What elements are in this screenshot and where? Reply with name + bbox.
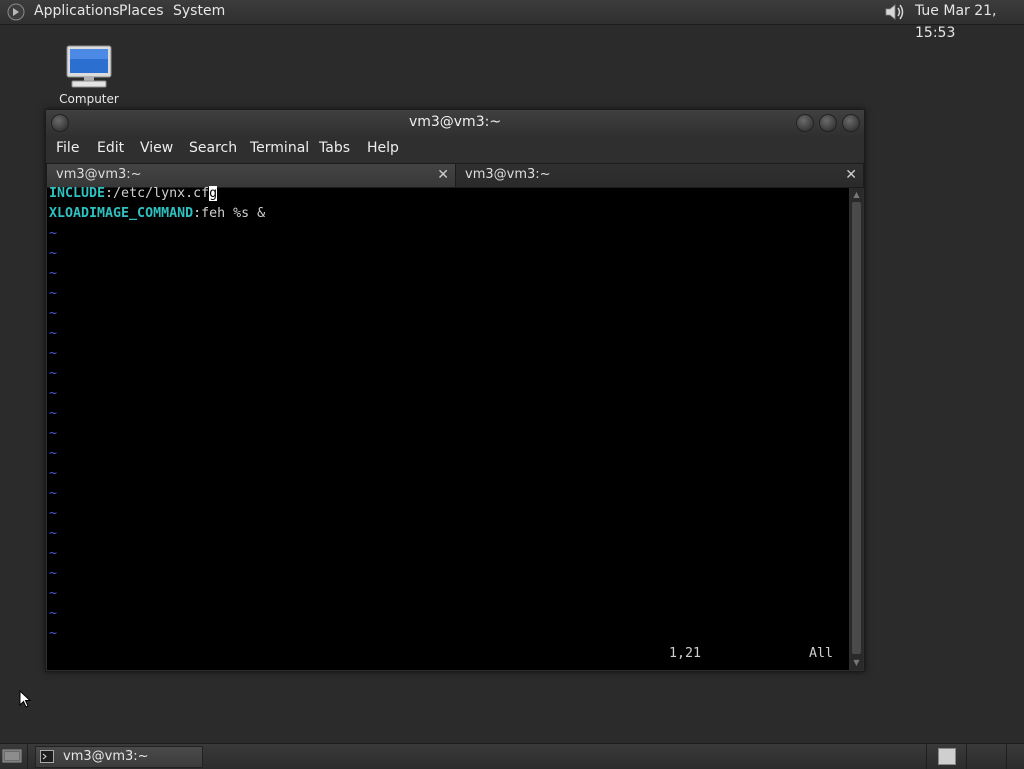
scroll-thumb[interactable] xyxy=(852,202,861,654)
bottom-panel: vm3@vm3:~ xyxy=(0,743,1024,769)
menu-tabs[interactable]: Tabs xyxy=(319,136,350,160)
tab-close-icon[interactable]: ✕ xyxy=(845,164,857,186)
gnome-foot-icon[interactable] xyxy=(7,3,25,21)
config-key: XLOADIMAGE_COMMAND xyxy=(49,206,194,221)
cursor-position: 1,21 xyxy=(669,646,702,661)
show-desktop-icon[interactable] xyxy=(2,748,22,764)
panel-separator xyxy=(926,744,927,769)
tab-label: vm3@vm3:~ xyxy=(465,167,551,182)
minimize-icon[interactable] xyxy=(796,114,814,132)
empty-line-tilde: ~ xyxy=(49,506,58,521)
empty-line-tilde: ~ xyxy=(49,466,58,481)
terminal-line: XLOADIMAGE_COMMAND:feh %s & xyxy=(49,204,265,224)
scrollbar[interactable]: ▲ ▼ xyxy=(850,188,863,670)
tab-label: vm3@vm3:~ xyxy=(56,167,142,182)
workspace-switcher[interactable] xyxy=(938,748,956,765)
config-key: INCLUDE xyxy=(49,186,106,201)
empty-line-tilde: ~ xyxy=(49,306,58,321)
empty-line-tilde: ~ xyxy=(49,346,58,361)
taskbar-button[interactable]: vm3@vm3:~ xyxy=(35,746,203,768)
empty-line-tilde: ~ xyxy=(49,326,58,341)
terminal-icon xyxy=(40,750,54,763)
text-cursor: g xyxy=(209,186,218,201)
maximize-icon[interactable] xyxy=(819,114,837,132)
panel-separator xyxy=(966,744,967,769)
tab-close-icon[interactable]: ✕ xyxy=(437,164,449,186)
tab-terminal-2[interactable]: vm3@vm3:~ ✕ xyxy=(455,163,864,188)
mouse-pointer-icon xyxy=(19,690,32,708)
taskbar-label: vm3@vm3:~ xyxy=(63,749,149,764)
scroll-down-icon[interactable]: ▼ xyxy=(852,658,861,668)
panel-separator xyxy=(27,744,28,769)
menu-edit[interactable]: Edit xyxy=(97,136,124,160)
menu-file[interactable]: File xyxy=(56,136,79,160)
empty-line-tilde: ~ xyxy=(49,446,58,461)
scroll-up-icon[interactable]: ▲ xyxy=(852,190,861,200)
empty-line-tilde: ~ xyxy=(49,246,58,261)
speaker-icon[interactable] xyxy=(883,2,905,22)
empty-line-tilde: ~ xyxy=(49,366,58,381)
empty-line-tilde: ~ xyxy=(49,386,58,401)
empty-line-tilde: ~ xyxy=(49,626,58,641)
terminal-menubar: File Edit View Search Terminal Tabs Help xyxy=(46,136,864,162)
desktop-icon-label: Computer xyxy=(59,92,119,106)
menu-applications[interactable]: Applications xyxy=(34,0,120,24)
empty-line-tilde: ~ xyxy=(49,266,58,281)
terminal-output[interactable]: INCLUDE:/etc/lynx.cfg XLOADIMAGE_COMMAND… xyxy=(47,186,849,670)
menu-places[interactable]: Places xyxy=(119,0,164,24)
window-title: vm3@vm3:~ xyxy=(408,114,502,130)
desktop-icon-computer[interactable]: Computer xyxy=(55,44,123,110)
config-value: :feh %s & xyxy=(193,206,266,221)
empty-line-tilde: ~ xyxy=(49,426,58,441)
empty-line-tilde: ~ xyxy=(49,406,58,421)
menu-search[interactable]: Search xyxy=(189,136,237,160)
top-panel: Applications Places System Tue Mar 21, 1… xyxy=(0,0,1024,41)
empty-line-tilde: ~ xyxy=(49,526,58,541)
close-icon[interactable] xyxy=(842,114,860,132)
empty-line-tilde: ~ xyxy=(49,286,58,301)
empty-line-tilde: ~ xyxy=(49,606,58,621)
computer-icon xyxy=(66,45,112,88)
empty-line-tilde: ~ xyxy=(49,546,58,561)
menu-terminal[interactable]: Terminal xyxy=(250,136,309,160)
terminal-window: vm3@vm3:~ File Edit View Search Terminal… xyxy=(45,109,865,672)
menu-help[interactable]: Help xyxy=(367,136,399,160)
empty-line-tilde: ~ xyxy=(49,586,58,601)
config-value: :/etc/lynx.cf xyxy=(105,186,210,201)
panel-separator xyxy=(1006,744,1007,769)
empty-line-tilde: ~ xyxy=(49,566,58,581)
clock[interactable]: Tue Mar 21, 15:53 xyxy=(915,0,1024,44)
window-titlebar[interactable]: vm3@vm3:~ xyxy=(46,110,864,136)
empty-line-tilde: ~ xyxy=(49,486,58,501)
empty-line-tilde: ~ xyxy=(49,226,58,241)
terminal-line: INCLUDE:/etc/lynx.cfg xyxy=(49,184,218,204)
scroll-indicator: All xyxy=(809,646,834,661)
menu-system[interactable]: System xyxy=(173,0,225,24)
menu-view[interactable]: View xyxy=(140,136,173,160)
